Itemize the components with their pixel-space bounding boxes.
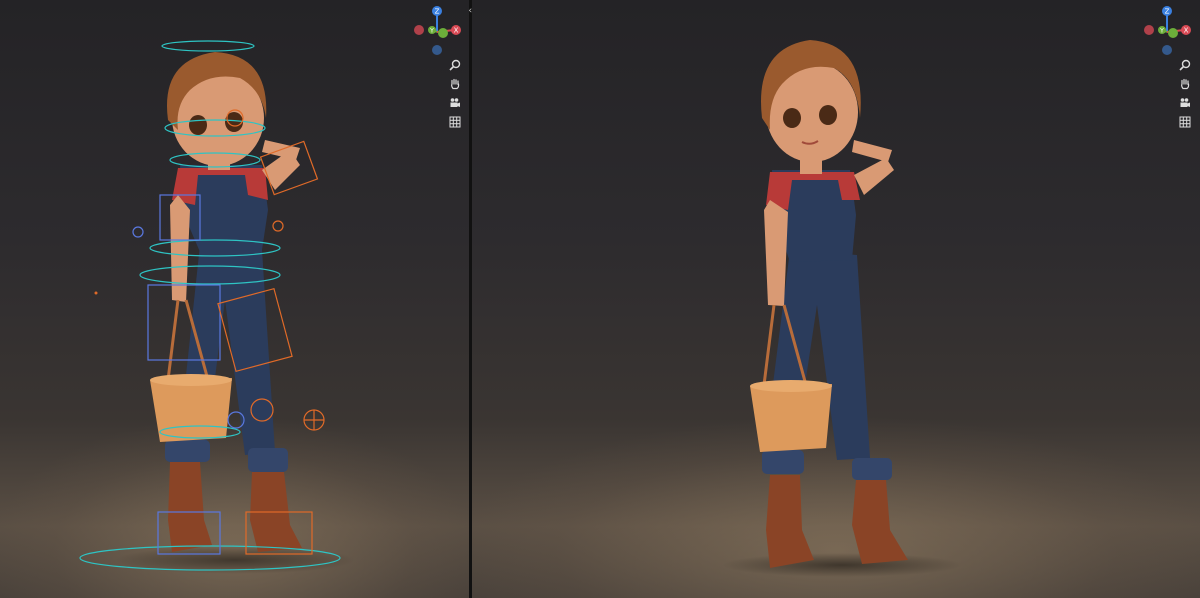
grid-icon (1179, 116, 1191, 128)
x-axis-label: X (1184, 27, 1189, 35)
zoom-icon (449, 59, 461, 71)
y-axis-label: Y (1159, 28, 1164, 35)
neg-z-handle[interactable] (432, 45, 442, 55)
pan-button[interactable] (446, 75, 464, 93)
viewport-render[interactable]: Z Y X (472, 0, 1200, 598)
neg-x-handle[interactable] (414, 25, 424, 35)
neg-y-handle[interactable] (438, 28, 448, 38)
zoom-button[interactable] (1176, 56, 1194, 74)
rendered-character[interactable] (472, 0, 1200, 598)
blender-workspace: Z Y X ‹› Z Y X (0, 0, 1200, 598)
z-axis-label: Z (435, 8, 440, 16)
ground-shadow (722, 553, 962, 577)
viewport-rig[interactable]: Z Y X (0, 0, 469, 598)
neg-x-handle[interactable] (1144, 25, 1154, 35)
axis-gizmo[interactable]: Z Y X (412, 4, 462, 58)
camera-view-button[interactable] (446, 94, 464, 112)
viewport-nav-tools (1176, 56, 1196, 132)
character-body (750, 40, 908, 568)
y-axis-label: Y (429, 28, 434, 35)
axis-gizmo[interactable]: Z Y X (1142, 4, 1192, 58)
ortho-grid-button[interactable] (1176, 113, 1194, 131)
camera-icon (450, 98, 460, 107)
hand-pan-icon (451, 78, 460, 90)
z-axis-label: Z (1165, 8, 1170, 16)
ortho-grid-button[interactable] (446, 113, 464, 131)
x-axis-label: X (454, 27, 459, 35)
rigged-character[interactable] (0, 0, 469, 598)
grid-icon (449, 116, 461, 128)
pan-button[interactable] (1176, 75, 1194, 93)
viewport-nav-tools (446, 56, 466, 132)
camera-icon (1180, 98, 1190, 107)
neg-y-handle[interactable] (1168, 28, 1178, 38)
zoom-icon (1179, 59, 1191, 71)
zoom-button[interactable] (446, 56, 464, 74)
hand-pan-icon (1181, 78, 1190, 90)
neg-z-handle[interactable] (1162, 45, 1172, 55)
camera-view-button[interactable] (1176, 94, 1194, 112)
